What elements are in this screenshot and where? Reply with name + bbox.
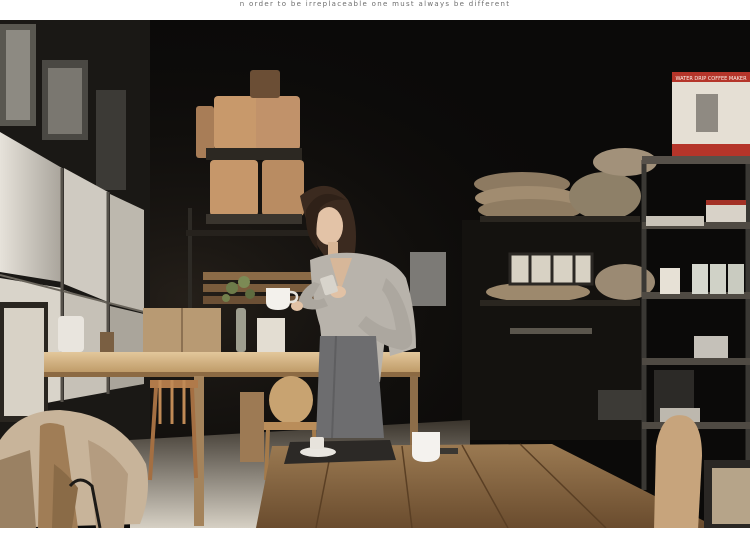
photo: WATER DRIP COFFEE MAKER: [0, 20, 750, 528]
cafe-scene-image: WATER DRIP COFFEE MAKER: [0, 20, 750, 528]
caption-text: n order to be irreplaceable one must alw…: [239, 0, 511, 8]
framed-board: [0, 302, 48, 422]
cup-stack: [410, 252, 446, 306]
box-label: WATER DRIP COFFEE MAKER: [675, 76, 747, 82]
